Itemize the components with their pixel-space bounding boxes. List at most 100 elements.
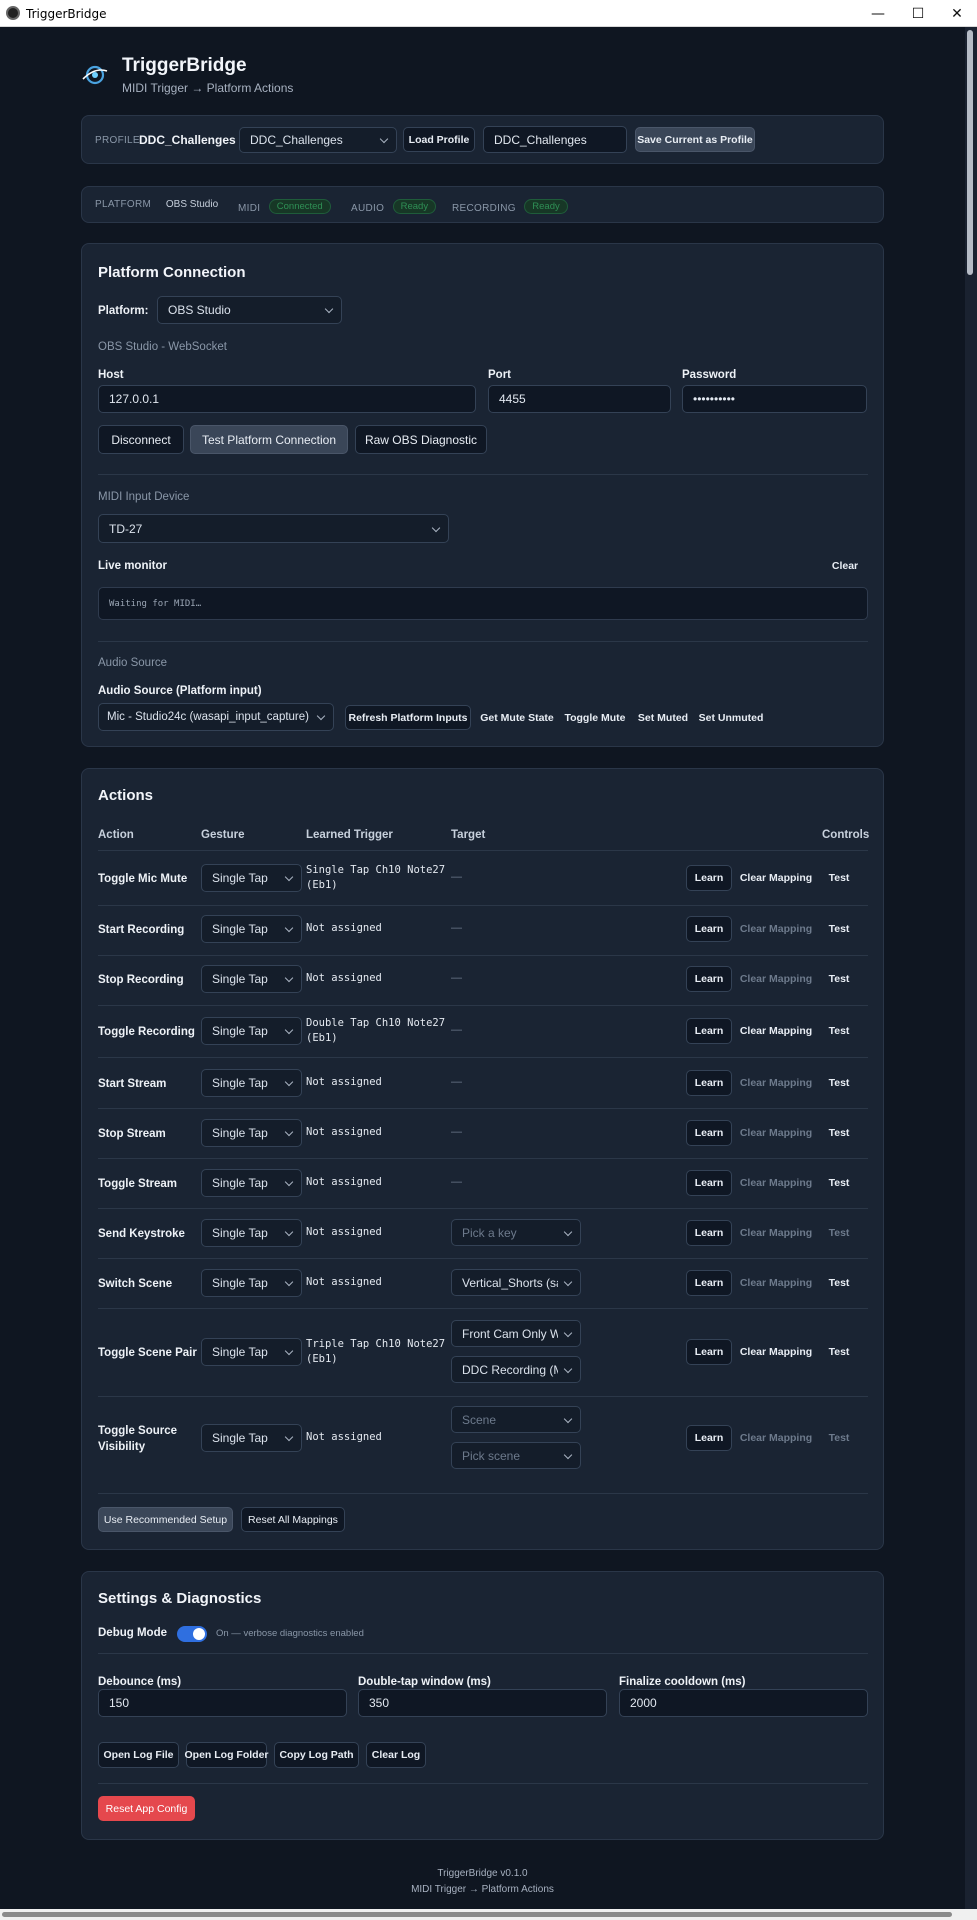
vertical-scrollbar-thumb[interactable] [967, 30, 973, 275]
target-empty: — [451, 1176, 462, 1188]
audio-source-select[interactable]: Mic - Studio24c (wasapi_input_capture) [98, 703, 334, 731]
chevron-down-icon [284, 1127, 294, 1137]
copy-log-path-button[interactable]: Copy Log Path [274, 1742, 359, 1768]
set-unmuted-button[interactable]: Set Unmuted [696, 705, 766, 730]
learn-button[interactable]: Learn [686, 1070, 732, 1096]
double-tap-input[interactable]: 350 [358, 1689, 607, 1717]
learn-button[interactable]: Learn [686, 966, 732, 992]
gesture-select[interactable]: Single Tap [201, 1069, 302, 1097]
profile-select[interactable]: DDC_Challenges [239, 127, 397, 153]
learn-button[interactable]: Learn [686, 1270, 732, 1296]
test-button[interactable]: Test [821, 1071, 857, 1095]
settings-title: Settings & Diagnostics [98, 1590, 262, 1607]
platform-status: PLATFORM OBS Studio [95, 199, 218, 210]
clear-mapping-button[interactable]: Clear Mapping [737, 1221, 815, 1245]
test-button[interactable]: Test [821, 1426, 857, 1450]
clear-mapping-button[interactable]: Clear Mapping [737, 1340, 815, 1364]
close-icon[interactable]: ✕ [937, 0, 977, 27]
clear-mapping-button[interactable]: Clear Mapping [737, 1019, 815, 1043]
reset-all-mappings-button[interactable]: Reset All Mappings [241, 1507, 345, 1532]
test-button[interactable]: Test [821, 1271, 857, 1295]
gesture-select[interactable]: Single Tap [201, 965, 302, 993]
double-tap-label: Double-tap window (ms) [358, 1676, 491, 1688]
gesture-select[interactable]: Single Tap [201, 1269, 302, 1297]
app-icon [6, 6, 20, 20]
clear-mapping-button[interactable]: Clear Mapping [737, 1271, 815, 1295]
action-name: Send Keystroke [98, 1228, 185, 1240]
gesture-select[interactable]: Single Tap [201, 1219, 302, 1247]
gesture-select[interactable]: Single Tap [201, 1424, 302, 1452]
platform-select[interactable]: OBS Studio [157, 296, 342, 324]
test-button[interactable]: Test [821, 866, 857, 890]
chevron-down-icon [284, 872, 294, 882]
port-input[interactable]: 4455 [488, 385, 671, 413]
clear-mapping-button[interactable]: Clear Mapping [737, 917, 815, 941]
clear-mapping-button[interactable]: Clear Mapping [737, 1171, 815, 1195]
open-log-folder-button[interactable]: Open Log Folder [185, 1742, 269, 1768]
profile-name-input[interactable]: DDC_Challenges [483, 126, 627, 153]
reset-app-config-button[interactable]: Reset App Config [98, 1796, 195, 1821]
learn-button[interactable]: Learn [686, 1220, 732, 1246]
clear-mapping-button[interactable]: Clear Mapping [737, 866, 815, 890]
test-button[interactable]: Test [821, 967, 857, 991]
gesture-select[interactable]: Single Tap [201, 1338, 302, 1366]
debug-mode-toggle[interactable] [177, 1626, 207, 1642]
set-muted-button[interactable]: Set Muted [635, 705, 691, 730]
target-select[interactable]: Vertical_Shorts (save [451, 1269, 581, 1296]
midi-device-select[interactable]: TD-27 [98, 514, 449, 543]
password-input[interactable]: •••••••••• [682, 385, 867, 413]
refresh-platform-inputs-button[interactable]: Refresh Platform Inputs [345, 705, 471, 730]
audio-source-value: Mic - Studio24c (wasapi_input_capture) [107, 711, 309, 723]
raw-obs-diagnostic-button[interactable]: Raw OBS Diagnostic [355, 425, 487, 454]
load-profile-button[interactable]: Load Profile [403, 127, 475, 152]
cooldown-input[interactable]: 2000 [619, 1689, 868, 1717]
open-log-file-button[interactable]: Open Log File [98, 1742, 179, 1768]
clear-mapping-button[interactable]: Clear Mapping [737, 1071, 815, 1095]
test-button[interactable]: Test [821, 1019, 857, 1043]
learned-trigger: Not assigned [306, 1431, 382, 1443]
test-button[interactable]: Test [821, 1340, 857, 1364]
test-button[interactable]: Test [821, 1171, 857, 1195]
midi-monitor-text: Waiting for MIDI… [109, 599, 202, 609]
target-select[interactable]: Pick a key [451, 1219, 581, 1246]
test-button[interactable]: Test [821, 1221, 857, 1245]
gesture-select[interactable]: Single Tap [201, 1017, 302, 1045]
audio-status-label: AUDIO [351, 203, 385, 214]
minimize-icon[interactable]: — [858, 0, 898, 27]
learn-button[interactable]: Learn [686, 1120, 732, 1146]
maximize-icon[interactable]: ☐ [898, 0, 938, 27]
test-button[interactable]: Test [821, 917, 857, 941]
test-platform-connection-button[interactable]: Test Platform Connection [190, 425, 348, 454]
save-profile-button[interactable]: Save Current as Profile [635, 127, 755, 152]
websocket-subsection: OBS Studio - WebSocket [98, 341, 227, 353]
gesture-select[interactable]: Single Tap [201, 915, 302, 943]
clear-mapping-button[interactable]: Clear Mapping [737, 1426, 815, 1450]
column-header-trigger: Learned Trigger [306, 829, 393, 841]
learn-button[interactable]: Learn [686, 1018, 732, 1044]
learn-button[interactable]: Learn [686, 916, 732, 942]
learn-button[interactable]: Learn [686, 1170, 732, 1196]
clear-mapping-button[interactable]: Clear Mapping [737, 967, 815, 991]
learn-button[interactable]: Learn [686, 865, 732, 891]
target-select-secondary[interactable]: DDC Recording (Ma [451, 1356, 581, 1383]
disconnect-button[interactable]: Disconnect [98, 425, 184, 454]
horizontal-scrollbar-thumb[interactable] [2, 1912, 952, 1917]
test-button[interactable]: Test [821, 1121, 857, 1145]
toggle-mute-button[interactable]: Toggle Mute [561, 705, 629, 730]
learn-button[interactable]: Learn [686, 1339, 732, 1365]
target-select[interactable]: Front Cam Only W/B [451, 1320, 581, 1347]
gesture-select[interactable]: Single Tap [201, 864, 302, 892]
learn-button[interactable]: Learn [686, 1425, 732, 1451]
use-recommended-setup-button[interactable]: Use Recommended Setup [98, 1507, 233, 1532]
clear-log-button[interactable]: Clear Log [366, 1742, 426, 1768]
vertical-scrollbar[interactable] [965, 27, 977, 1909]
target-select-secondary[interactable]: Pick scene [451, 1442, 581, 1469]
target-select[interactable]: Scene [451, 1406, 581, 1433]
debounce-input[interactable]: 150 [98, 1689, 347, 1717]
gesture-select[interactable]: Single Tap [201, 1119, 302, 1147]
get-mute-state-button[interactable]: Get Mute State [478, 705, 556, 730]
host-input[interactable]: 127.0.0.1 [98, 385, 476, 413]
clear-monitor-button[interactable]: Clear [821, 554, 869, 578]
gesture-select[interactable]: Single Tap [201, 1169, 302, 1197]
clear-mapping-button[interactable]: Clear Mapping [737, 1121, 815, 1145]
